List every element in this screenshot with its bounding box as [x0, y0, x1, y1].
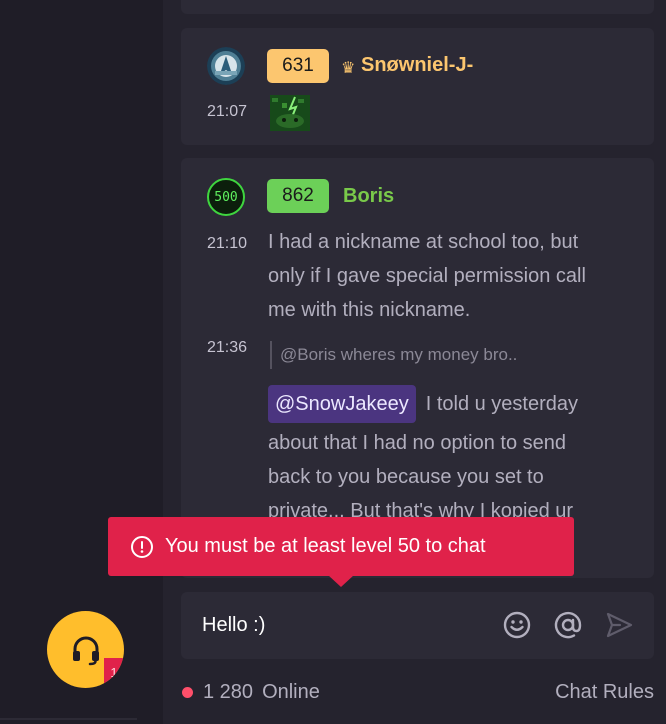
message-time: 21:07	[207, 103, 248, 120]
online-status: 1 280 Online	[182, 678, 320, 706]
message-text: I had a nickname at school too, but only…	[268, 225, 648, 327]
emote-image	[270, 95, 310, 131]
support-button[interactable]: 1	[47, 611, 124, 688]
sidebar-divider	[0, 718, 137, 720]
alert-circle-icon	[131, 535, 153, 558]
chat-message: 500 862 Boris 21:10 I had a nickname at …	[181, 158, 654, 578]
chat-rules-link[interactable]: Chat Rules	[555, 678, 654, 706]
message-time: 21:10	[207, 235, 248, 252]
user-avatar[interactable]	[207, 47, 245, 85]
avatar-level-text: 500	[214, 189, 238, 205]
crown-icon: ♛	[341, 60, 356, 77]
online-count: 1 280	[203, 680, 254, 703]
error-toast: You must be at least level 50 to chat	[108, 517, 574, 576]
chat-input-bar	[181, 592, 654, 659]
user-avatar[interactable]: 500	[207, 178, 245, 216]
smile-icon[interactable]	[502, 610, 532, 640]
username[interactable]: Snøwniel-J-	[361, 54, 473, 77]
reply-time: 21:36	[207, 339, 248, 356]
previous-message-card	[181, 0, 654, 14]
online-dot-icon	[182, 686, 193, 698]
emblem-icon	[207, 47, 245, 85]
user-mention[interactable]: @SnowJakeey	[268, 385, 416, 423]
reply-text: @SnowJakeey I told u yesterday about tha…	[268, 383, 653, 528]
message-line: about that I had no option to send	[268, 432, 567, 454]
headset-icon	[72, 636, 99, 665]
online-label: Online	[262, 680, 320, 703]
message-line: back to you because you set to	[268, 466, 544, 488]
toast-pointer	[328, 575, 354, 587]
message-line: I had a nickname at school too, but	[268, 231, 579, 253]
error-message: You must be at least level 50 to chat	[165, 535, 486, 557]
level-badge: 631	[267, 49, 329, 83]
message-line: me with this nickname.	[268, 299, 471, 321]
username[interactable]: Boris	[343, 185, 394, 208]
level-badge: 862	[267, 179, 329, 213]
message-line: only if I gave special permission call	[268, 265, 586, 287]
chat-input[interactable]	[202, 592, 472, 659]
level-value: 631	[282, 55, 314, 76]
send-icon[interactable]	[604, 610, 634, 640]
chat-message: 631 ♛ Snøwniel-J- 21:07	[181, 28, 654, 145]
message-line: I told u yesterday	[425, 393, 579, 415]
level-value: 862	[282, 185, 314, 206]
notification-badge: 1	[104, 658, 124, 688]
quoted-message[interactable]: @Boris wheres my money bro..	[270, 341, 517, 369]
at-icon[interactable]	[553, 610, 583, 640]
